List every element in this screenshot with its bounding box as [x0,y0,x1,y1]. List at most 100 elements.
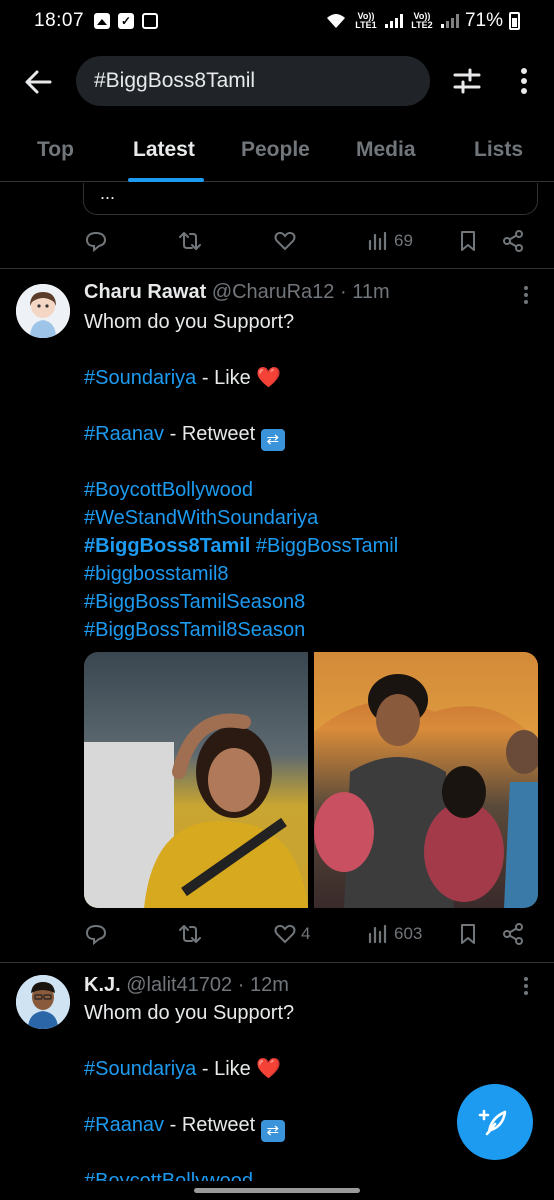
battery-percent: 71% [464,10,503,31]
tweet-line: Whom do you Support? [84,311,295,333]
bookmark-button[interactable] [456,922,480,946]
tweet-text-segment: - Retweet [164,1114,261,1136]
arrow-left-icon[interactable] [22,66,54,98]
media-photo [84,713,308,908]
views-count: 603 [394,924,423,943]
divider [0,962,554,963]
tab-people[interactable]: People [241,138,310,162]
tab-top[interactable]: Top [37,138,74,162]
wifi-icon [326,14,345,28]
signal2-icon [440,14,459,28]
home-indicator[interactable] [194,1188,360,1193]
bookmark-button[interactable] [456,229,480,253]
search-tabs: Top Latest People Media Lists [0,124,554,182]
handle[interactable]: @CharuRa12 [212,281,335,303]
hashtag-link[interactable]: #BoycottBollywood [84,479,253,501]
tab-media[interactable]: Media [356,138,416,162]
media-photo [314,652,538,908]
reply-button[interactable] [84,922,108,946]
like-count: 4 [301,924,311,943]
tweet-actions-prev: 69 [84,229,534,259]
avatar[interactable] [16,975,70,1029]
gallery-notification-icon [94,13,111,29]
search-header: #BiggBoss8Tamil [0,52,554,110]
quoted-text: ... [100,183,116,203]
hashtag-link[interactable]: #Soundariya [84,1058,196,1080]
quoted-tweet[interactable]: ... [83,183,538,215]
retweet-icon [179,232,201,250]
vertical-dots-icon[interactable] [512,65,536,97]
hashtag-link[interactable]: #biggbosstamil8 [84,563,229,585]
vertical-dots-icon[interactable] [520,283,532,307]
display-name[interactable]: K.J. [84,974,121,996]
share-button[interactable] [501,922,525,946]
sim1-label: Vo)) LTE1 [355,11,377,30]
reply-icon [85,231,107,253]
views-button[interactable]: 69 [366,229,413,253]
hashtag-link[interactable]: #Raanav [84,1114,164,1136]
hashtag-link[interactable]: #BiggBoss8Tamil [84,535,250,557]
hashtag-link[interactable]: #Soundariya [84,367,196,389]
compose-button[interactable] [457,1084,533,1160]
hashtag-link[interactable]: #BiggBossTamil [250,535,398,557]
divider [0,268,554,269]
reply-icon [85,924,107,946]
tweet-text-segment: - Retweet [164,423,261,445]
views-count: 69 [394,231,413,250]
timestamp[interactable]: 12m [250,974,289,996]
hashtag-link[interactable]: #BiggBossTamil8Season [84,619,305,641]
sliders-icon[interactable] [451,65,483,97]
retweet-icon [179,925,201,943]
handle[interactable]: @lalit41702 [126,974,232,996]
share-button[interactable] [501,229,525,253]
share-icon [503,923,523,945]
tweet-media[interactable] [84,652,538,908]
media-image-1[interactable] [84,652,308,908]
heart-emoji-icon: ❤️ [256,367,282,389]
separator: · [339,281,347,303]
app-notification-icon [142,13,159,29]
media-image-2[interactable] [314,652,538,908]
battery-icon [509,12,520,30]
check-notification-icon: ✓ [118,13,135,29]
signal1-icon [384,14,403,28]
status-time: 18:07 [34,10,85,31]
timestamp[interactable]: 11m [352,281,389,303]
retweet-button[interactable] [178,229,202,253]
hashtag-link[interactable]: #BiggBossTamilSeason8 [84,591,305,613]
views-button[interactable]: 603 [366,922,422,946]
heart-emoji-icon: ❤️ [256,1058,282,1080]
active-tab-indicator [128,178,204,182]
tweet-text: Whom do you Support? #Soundariya - Like … [84,308,534,644]
tweet-text-segment: - Like [196,1058,257,1080]
heart-icon [274,231,296,251]
tweet-text: Whom do you Support? #Soundariya - Like … [84,999,534,1181]
avatar-image [16,975,70,1029]
heart-icon [274,924,296,944]
share-icon [503,230,523,252]
retweet-button[interactable] [178,922,202,946]
tweet-text-segment: - Like [196,367,257,389]
tweet-line: Whom do you Support? [84,1002,295,1024]
bookmark-icon [461,231,475,251]
display-name[interactable]: Charu Rawat [84,281,206,303]
hashtag-link[interactable]: #Raanav [84,423,164,445]
vertical-dots-icon[interactable] [520,974,532,998]
search-query: #BiggBoss8Tamil [94,69,256,92]
separator: · [237,974,245,996]
like-button[interactable] [273,229,297,253]
hashtag-link[interactable]: #WeStandWithSoundariya [84,507,318,529]
hashtag-link[interactable]: #BoycottBollywood [84,1170,253,1181]
bar-chart-icon [368,924,387,944]
reply-button[interactable] [84,229,108,253]
tweet-actions: 4 603 [84,922,534,952]
status-bar: 18:07 ✓ Vo)) LTE1 Vo)) LTE2 71% [0,0,554,42]
compose-icon [478,1109,507,1136]
avatar-image [16,284,70,338]
bar-chart-icon [368,231,387,251]
search-input[interactable]: #BiggBoss8Tamil [76,56,430,106]
tab-latest[interactable]: Latest [133,138,195,162]
avatar[interactable] [16,284,70,338]
tab-lists[interactable]: Lists [474,138,523,162]
like-button[interactable]: 4 [273,922,310,946]
